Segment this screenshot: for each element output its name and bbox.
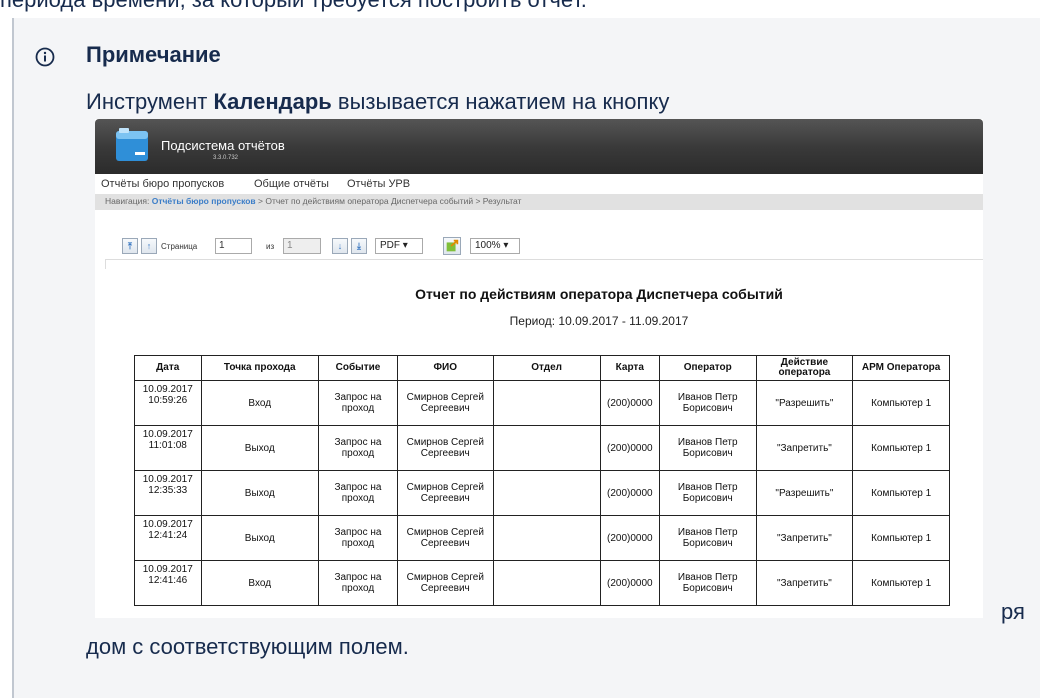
table-row: 10.09.2017 12:41:46 Вход Запрос на проход… xyxy=(134,560,950,606)
column-header: Оператор xyxy=(658,355,757,381)
last-page-icon[interactable]: ⤓ xyxy=(351,238,367,254)
column-header: Дата xyxy=(134,355,202,381)
embedded-screenshot: Подсистема отчётов 3.3.0.732 Отчёты бюро… xyxy=(95,119,983,618)
operator-cell: Иванов Петр Борисович xyxy=(658,380,757,426)
date-cell: 10.09.2017 12:35:33 xyxy=(134,470,202,516)
table-row: 10.09.2017 10:59:26 Вход Запрос на проход… xyxy=(134,380,950,426)
arm-cell: Компьютер 1 xyxy=(852,425,950,471)
arm-cell: Компьютер 1 xyxy=(852,560,950,606)
fio-cell: Смирнов Сергей Сергеевич xyxy=(396,560,494,606)
card-cell: (200)0000 xyxy=(599,515,660,561)
dept-cell xyxy=(492,425,601,471)
date-cell: 10.09.2017 11:01:08 xyxy=(134,425,202,471)
point-cell: Вход xyxy=(200,560,319,606)
report-title: Отчет по действиям оператора Диспетчера … xyxy=(415,286,783,302)
report-separator xyxy=(105,259,983,260)
calendar-term: Календарь xyxy=(213,89,332,114)
column-header: АРМ Оператора xyxy=(852,355,950,381)
date-cell: 10.09.2017 12:41:24 xyxy=(134,515,202,561)
fio-cell: Смирнов Сергей Сергеевич xyxy=(396,380,494,426)
total-pages-field: 1 xyxy=(283,238,321,254)
column-header: Действие оператора xyxy=(755,355,854,381)
main-menu: Отчёты бюро пропусков Общие отчёты Отчёт… xyxy=(95,174,983,194)
breadcrumb: Навигация: Отчёты бюро пропусков > Отчет… xyxy=(105,196,522,206)
operator-cell: Иванов Петр Борисович xyxy=(658,560,757,606)
report-table: Дата Точка прохода Событие ФИО Отдел Кар… xyxy=(134,355,950,606)
card-cell: (200)0000 xyxy=(599,380,660,426)
column-header: Отдел xyxy=(492,355,601,381)
column-header: ФИО xyxy=(396,355,494,381)
next-page-icon[interactable]: ↓ xyxy=(332,238,348,254)
app-logo-icon xyxy=(116,128,148,161)
table-row: 10.09.2017 11:01:08 Выход Запрос на прохо… xyxy=(134,425,950,471)
report-separator-edge xyxy=(105,259,106,269)
action-cell: "Запретить" xyxy=(755,560,854,606)
date-cell: 10.09.2017 10:59:26 xyxy=(134,380,202,426)
action-cell: "Запретить" xyxy=(755,425,854,471)
action-cell: "Разрешить" xyxy=(755,470,854,516)
dept-cell xyxy=(492,380,601,426)
page-label: Страница xyxy=(161,242,198,251)
point-cell: Вход xyxy=(200,380,319,426)
of-label: из xyxy=(266,242,275,251)
event-cell: Запрос на проход xyxy=(317,425,398,471)
column-header: Точка прохода xyxy=(200,355,319,381)
export-format-select[interactable]: PDF ▾ xyxy=(375,238,423,254)
breadcrumb-link[interactable]: Отчёты бюро пропусков xyxy=(152,196,256,206)
column-header: Событие xyxy=(317,355,398,381)
arm-cell: Компьютер 1 xyxy=(852,470,950,516)
page-number-input[interactable]: 1 xyxy=(215,238,252,254)
info-icon xyxy=(35,47,55,67)
card-cell: (200)0000 xyxy=(599,470,660,516)
dept-cell xyxy=(492,560,601,606)
dept-cell xyxy=(492,515,601,561)
point-cell: Выход xyxy=(200,515,319,561)
note-title: Примечание xyxy=(86,42,221,67)
column-header: Карта xyxy=(599,355,660,381)
fio-cell: Смирнов Сергей Сергеевич xyxy=(396,425,494,471)
menu-item-time-tracking-reports[interactable]: Отчёты УРВ xyxy=(347,178,410,190)
fio-cell: Смирнов Сергей Сергеевич xyxy=(396,515,494,561)
card-cell: (200)0000 xyxy=(599,425,660,471)
point-cell: Выход xyxy=(200,425,319,471)
point-cell: Выход xyxy=(200,470,319,516)
arm-cell: Компьютер 1 xyxy=(852,380,950,426)
top-text-fragment: периода времени, за который требуется по… xyxy=(0,0,587,13)
app-version: 3.3.0.732 xyxy=(213,155,239,161)
action-cell: "Разрешить" xyxy=(755,380,854,426)
operator-cell: Иванов Петр Борисович xyxy=(658,425,757,471)
table-row: 10.09.2017 12:41:24 Выход Запрос на прохо… xyxy=(134,515,950,561)
note-text-continuation: ря xyxy=(1001,599,1025,624)
prev-page-icon[interactable]: ↑ xyxy=(141,238,157,254)
note-text: Инструмент Календарь вызывается нажатием… xyxy=(86,89,670,114)
breadcrumb-bar: Навигация: Отчёты бюро пропусков > Отчет… xyxy=(95,194,983,210)
export-icon[interactable] xyxy=(443,237,461,255)
fio-cell: Смирнов Сергей Сергеевич xyxy=(396,470,494,516)
event-cell: Запрос на проход xyxy=(317,560,398,606)
first-page-icon[interactable]: ⤒ xyxy=(122,238,138,254)
report-toolbar: ⤒ ↑ Страница 1 из 1 ↓ ⤓ PDF ▾ 100% ▾ xyxy=(95,235,983,257)
card-cell: (200)0000 xyxy=(599,560,660,606)
event-cell: Запрос на проход xyxy=(317,515,398,561)
note-text-tail: дом с соответствующим полем. xyxy=(86,634,409,659)
event-cell: Запрос на проход xyxy=(317,380,398,426)
table-row: 10.09.2017 12:35:33 Выход Запрос на прохо… xyxy=(134,470,950,516)
menu-item-general-reports[interactable]: Общие отчёты xyxy=(254,178,329,190)
date-cell: 10.09.2017 12:41:46 xyxy=(134,560,202,606)
zoom-select[interactable]: 100% ▾ xyxy=(470,238,520,254)
operator-cell: Иванов Петр Борисович xyxy=(658,470,757,516)
arm-cell: Компьютер 1 xyxy=(852,515,950,561)
dept-cell xyxy=(492,470,601,516)
table-header-row: Дата Точка прохода Событие ФИО Отдел Кар… xyxy=(134,355,950,381)
app-title: Подсистема отчётов xyxy=(161,138,285,153)
action-cell: "Запретить" xyxy=(755,515,854,561)
app-header: Подсистема отчётов 3.3.0.732 xyxy=(95,119,983,174)
operator-cell: Иванов Петр Борисович xyxy=(658,515,757,561)
event-cell: Запрос на проход xyxy=(317,470,398,516)
menu-item-pass-office-reports[interactable]: Отчёты бюро пропусков xyxy=(101,178,224,190)
report-period: Период: 10.09.2017 - 11.09.2017 xyxy=(509,314,689,328)
